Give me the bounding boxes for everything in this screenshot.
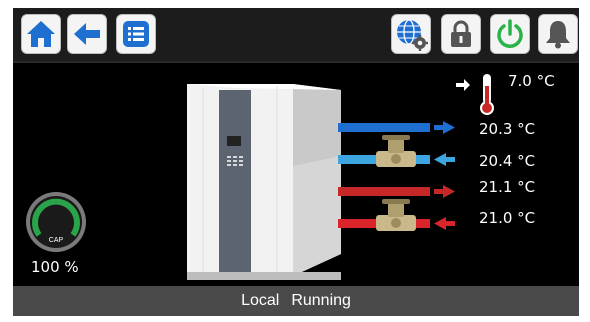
network-settings-button[interactable]	[391, 14, 431, 54]
capacity-gauge: CAP	[26, 192, 86, 252]
top-toolbar	[13, 8, 579, 63]
supply-pipe-blue	[338, 123, 430, 132]
lock-button[interactable]	[441, 14, 481, 54]
power-icon	[497, 19, 523, 48]
circuit-3-temperature: 21.1 °C	[479, 178, 536, 196]
home-icon	[27, 21, 55, 47]
control-mode: Local	[241, 292, 280, 309]
unit-state: Running	[291, 292, 351, 309]
home-button[interactable]	[21, 14, 61, 54]
back-arrow-icon	[74, 23, 100, 45]
circuit-2-temperature: 20.4 °C	[479, 152, 536, 170]
menu-button[interactable]	[116, 14, 156, 54]
circuit-4-temperature: 21.0 °C	[479, 209, 536, 227]
gauge-label: CAP	[49, 237, 64, 244]
alarm-button[interactable]	[538, 14, 578, 54]
hmi-screen: 7.0 °C 20.3 °C 20.4 °C 21.1 °C 21.0 °C C…	[13, 8, 579, 316]
right-arrow-icon	[456, 79, 470, 91]
network-settings-icon	[397, 19, 428, 51]
heat-pump-unit	[187, 84, 341, 280]
valve-icon	[376, 199, 416, 231]
bell-icon	[546, 21, 570, 49]
inlet-arrow-icon	[434, 153, 455, 166]
valve-icon	[376, 135, 416, 167]
status-bar: Local Running	[13, 286, 579, 316]
capacity-value: 100 %	[31, 258, 79, 276]
inlet-arrow-icon	[434, 217, 455, 230]
outdoor-temperature-value: 7.0 °C	[508, 72, 555, 90]
lock-icon	[451, 20, 471, 47]
outdoor-temperature-indicator	[456, 74, 494, 115]
outlet-arrow-icon	[434, 185, 455, 198]
supply-pipe-red	[338, 187, 430, 196]
outlet-arrow-icon	[434, 121, 455, 134]
menu-list-icon	[123, 21, 149, 47]
power-button[interactable]	[490, 14, 530, 54]
back-button[interactable]	[67, 14, 107, 54]
circuit-1-temperature: 20.3 °C	[479, 120, 536, 138]
hydraulic-circuits	[338, 121, 455, 231]
